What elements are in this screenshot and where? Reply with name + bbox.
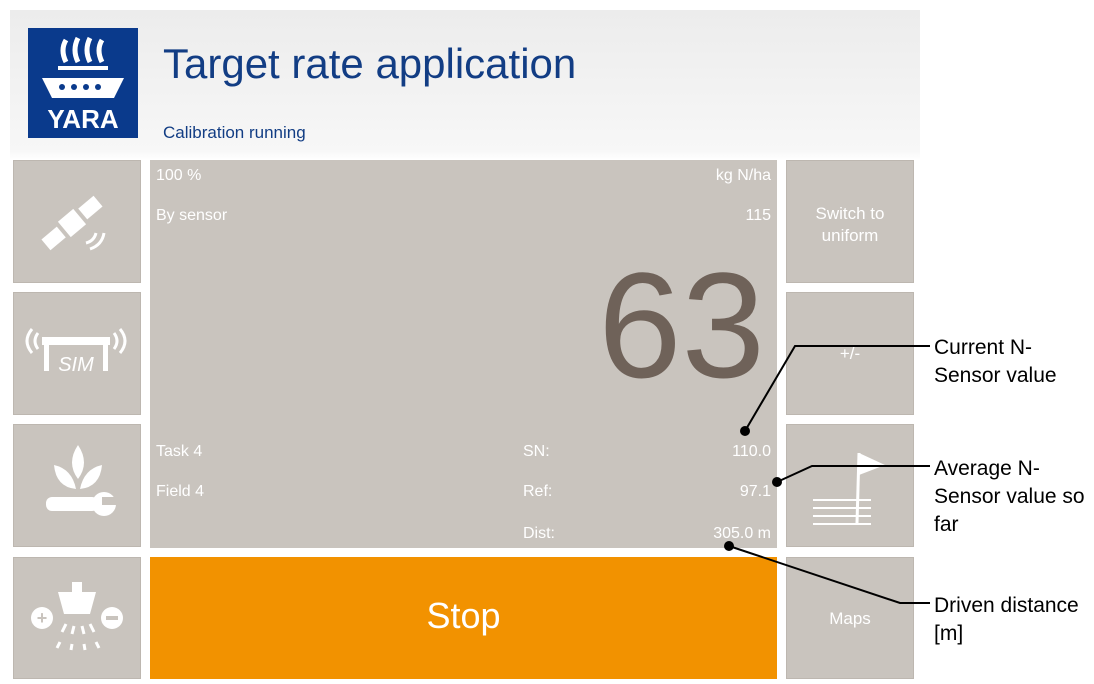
- crop-settings-button[interactable]: [13, 424, 141, 547]
- satellite-icon: [41, 195, 106, 251]
- adjust-button[interactable]: +/-: [786, 292, 914, 415]
- mode-value: 115: [745, 207, 771, 224]
- field-flag-button[interactable]: [786, 424, 914, 547]
- gps-button[interactable]: [13, 160, 141, 283]
- unit-label: kg N/ha: [715, 167, 771, 184]
- plant-settings-icon: [46, 445, 116, 516]
- stop-label: Stop: [426, 595, 501, 636]
- stop-button[interactable]: Stop: [150, 557, 777, 679]
- adjust-label: +/-: [839, 344, 861, 363]
- annotation-current: Current N-Sensor value: [934, 336, 1057, 387]
- sim-sensor-icon: SIM: [25, 328, 127, 376]
- maps-button[interactable]: Maps: [786, 557, 914, 679]
- maps-label: Maps: [829, 609, 871, 628]
- switch-uniform-button[interactable]: Switch to uniform: [786, 160, 914, 283]
- field-flag-icon: [813, 452, 885, 525]
- sn-value: 110.0: [732, 443, 771, 460]
- ref-value: 97.1: [739, 483, 771, 500]
- logo-text: YARA: [47, 104, 119, 134]
- field-label: Field 4: [156, 483, 205, 500]
- rate-panel: 100 % kg N/ha By sensor 115 63 Task 4 Fi…: [150, 160, 777, 548]
- percent-label: 100 %: [156, 167, 202, 184]
- status-text: Calibration running: [163, 123, 306, 142]
- simulation-button[interactable]: SIM: [13, 292, 141, 415]
- svg-text:SIM: SIM: [58, 354, 94, 376]
- yara-logo: YARA: [28, 28, 138, 138]
- svg-text:+: +: [37, 608, 48, 628]
- annotation-distance: Driven distance [m]: [934, 594, 1079, 645]
- rate-adjust-button[interactable]: +: [13, 557, 141, 679]
- current-rate-value: 63: [598, 241, 765, 409]
- spreader-rate-icon: +: [31, 582, 123, 651]
- ref-label: Ref:: [523, 483, 553, 500]
- page-title: Target rate application: [163, 40, 577, 87]
- dist-value: 305.0 m: [713, 525, 771, 542]
- task-label: Task 4: [156, 443, 203, 460]
- dist-label: Dist:: [523, 525, 555, 542]
- annotation-average: Average N-Sensor value so far: [934, 457, 1085, 536]
- sn-label: SN:: [523, 443, 550, 460]
- mode-label: By sensor: [156, 207, 228, 224]
- switch-uniform-label: Switch to uniform: [815, 204, 885, 245]
